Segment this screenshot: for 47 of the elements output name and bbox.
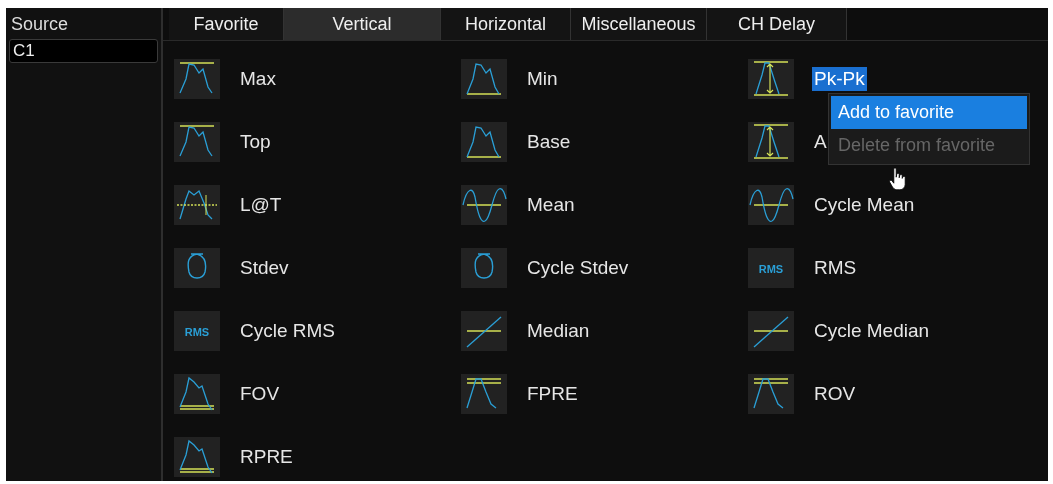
- measurement-label[interactable]: Max: [238, 67, 278, 91]
- waveform-icon: [748, 59, 794, 99]
- waveform-icon: [174, 374, 220, 414]
- tab[interactable]: Horizontal: [441, 8, 571, 40]
- measurement-label[interactable]: L@T: [238, 193, 284, 217]
- hand-cursor-icon: [889, 167, 907, 191]
- measurement-label[interactable]: RMS: [812, 256, 859, 280]
- waveform-icon: [748, 374, 794, 414]
- measurement-label[interactable]: RPRE: [238, 445, 295, 469]
- source-label: Source: [10, 13, 70, 36]
- tab[interactable]: Vertical: [284, 8, 441, 40]
- rms-icon: RMS: [174, 311, 220, 351]
- sigma-icon: [174, 248, 220, 288]
- ramp-icon: [461, 311, 507, 351]
- measurement-label[interactable]: Cycle Stdev: [525, 256, 631, 280]
- waveform-icon: [461, 59, 507, 99]
- measurement-label[interactable]: Cycle Median: [812, 319, 932, 343]
- waveform-icon: [461, 185, 507, 225]
- source-field[interactable]: C1: [9, 39, 158, 63]
- tab[interactable]: CH Delay: [707, 8, 847, 40]
- waveform-icon: [748, 185, 794, 225]
- rms-icon: RMS: [748, 248, 794, 288]
- waveform-icon: [174, 437, 220, 477]
- measurement-label[interactable]: Base: [525, 130, 573, 154]
- sigma-icon: [461, 248, 507, 288]
- tab[interactable]: Miscellaneous: [571, 8, 707, 40]
- waveform-icon: [174, 185, 220, 225]
- tab[interactable]: Favorite: [169, 8, 284, 40]
- measurement-label[interactable]: Cycle RMS: [238, 319, 337, 343]
- measurement-label[interactable]: Median: [525, 319, 592, 343]
- measurement-label[interactable]: Pk-Pk: [812, 67, 867, 91]
- measurement-label[interactable]: Cycle Mean: [812, 193, 917, 217]
- waveform-icon: [461, 374, 507, 414]
- measurement-label[interactable]: Top: [238, 130, 273, 154]
- waveform-icon: [174, 122, 220, 162]
- measurement-label[interactable]: FPRE: [525, 382, 580, 406]
- waveform-icon: [748, 122, 794, 162]
- measurement-label[interactable]: FOV: [238, 382, 282, 406]
- measurement-label[interactable]: Stdev: [238, 256, 291, 280]
- measurement-label[interactable]: ROV: [812, 382, 858, 406]
- waveform-icon: [461, 122, 507, 162]
- measurement-label[interactable]: Min: [525, 67, 560, 91]
- ramp-icon: [748, 311, 794, 351]
- measurement-label[interactable]: Mean: [525, 193, 577, 217]
- measurement-label[interactable]: A: [812, 130, 829, 154]
- waveform-icon: [174, 59, 220, 99]
- menu-item[interactable]: Add to favorite: [831, 96, 1027, 129]
